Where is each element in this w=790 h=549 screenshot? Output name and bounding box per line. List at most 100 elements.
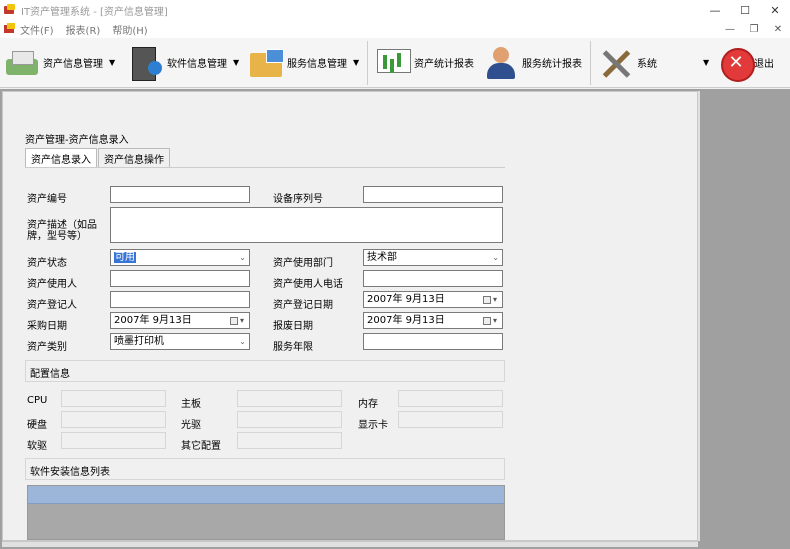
purchase-date-value: 2007年 9月13日: [114, 315, 192, 326]
device-serial-input[interactable]: [363, 186, 503, 203]
asset-no-input[interactable]: [110, 186, 250, 203]
use-dept-select[interactable]: 技术部 ⌄: [363, 249, 503, 266]
scrap-date-value: 2007年 9月13日: [367, 315, 445, 326]
use-dept-value: 技术部: [367, 252, 397, 263]
calendar-icon[interactable]: ▾: [483, 315, 499, 326]
floppy-input: [61, 432, 166, 449]
software-grid-header: [28, 486, 504, 504]
system-button[interactable]: 系统 ▼: [594, 38, 714, 88]
service-years-label: 服务年限: [273, 342, 313, 353]
config-section-header: 配置信息: [25, 360, 505, 382]
floppy-label: 软驱: [27, 441, 47, 452]
cpu-label: CPU: [27, 395, 48, 406]
category-value: 喷墨打印机: [114, 336, 164, 347]
optical-label: 光驱: [181, 420, 201, 431]
memory-label: 内存: [358, 399, 378, 410]
software-mgmt-button[interactable]: 软件信息管理 ▼: [124, 38, 244, 88]
toolbar-separator: [367, 40, 368, 85]
chevron-down-icon[interactable]: ⌄: [239, 251, 246, 264]
scrap-date-picker[interactable]: 2007年 9月13日 ▾: [363, 312, 503, 329]
use-dept-label: 资产使用部门: [273, 258, 333, 269]
chevron-down-icon[interactable]: ⌄: [492, 251, 499, 264]
asset-mgmt-dropdown-icon[interactable]: ▼: [109, 58, 115, 67]
user-phone-input[interactable]: [363, 270, 503, 287]
asset-form-window: 资产管理-资产信息录入 资产信息录入 资产信息操作 资产编号 设备序列号 资产描…: [2, 91, 698, 541]
tab-asset-entry[interactable]: 资产信息录入: [25, 148, 97, 168]
asset-stats-label: 资产统计报表: [414, 59, 474, 70]
asset-stats-button[interactable]: 资产统计报表: [371, 38, 479, 88]
motherboard-label: 主板: [181, 399, 201, 410]
vertical-scrollbar[interactable]: [698, 91, 700, 541]
purchase-date-picker[interactable]: 2007年 9月13日 ▾: [110, 312, 250, 329]
service-stats-label: 服务统计报表: [522, 59, 582, 70]
calendar-arrow-icon: ▾: [493, 295, 498, 304]
cash-register-icon: [4, 45, 40, 81]
menu-report[interactable]: 报表(R): [66, 22, 101, 37]
asset-mgmt-label: 资产信息管理: [43, 59, 103, 70]
menu-bar: 文件(F) 报表(R) 帮助(H) — ❐ ✕: [0, 20, 790, 38]
asset-mgmt-button[interactable]: 资产信息管理 ▼: [0, 38, 124, 88]
reg-date-picker[interactable]: 2007年 9月13日 ▾: [363, 291, 503, 308]
bar-chart-icon: [375, 45, 411, 81]
tab-divider: [25, 167, 505, 168]
asset-status-label: 资产状态: [27, 258, 67, 269]
mdi-minimize-button[interactable]: —: [718, 20, 742, 38]
asset-status-select[interactable]: 可用 ⌄: [110, 249, 250, 266]
asset-no-label: 资产编号: [27, 194, 67, 205]
exit-button[interactable]: 退出: [714, 38, 778, 88]
software-grid[interactable]: [27, 485, 505, 540]
cpu-input: [61, 390, 166, 407]
memory-input: [398, 390, 503, 407]
calendar-icon[interactable]: ▾: [483, 294, 499, 305]
display-card-label: 显示卡: [358, 420, 388, 431]
software-mgmt-dropdown-icon[interactable]: ▼: [233, 58, 239, 67]
asset-status-value: 可用: [114, 252, 136, 263]
minimize-button[interactable]: —: [700, 0, 730, 20]
disk-input: [61, 411, 166, 428]
device-serial-label: 设备序列号: [273, 194, 323, 205]
motherboard-input: [237, 390, 342, 407]
toolbar-separator: [590, 40, 591, 85]
breadcrumb: 资产管理-资产信息录入: [25, 135, 129, 146]
exit-icon: [718, 45, 755, 82]
mdi-restore-button[interactable]: ❐: [742, 20, 766, 38]
service-stats-button[interactable]: 服务统计报表: [479, 38, 587, 88]
service-years-input[interactable]: [363, 333, 503, 350]
tab-asset-operation[interactable]: 资产信息操作: [98, 148, 170, 168]
chevron-down-icon[interactable]: ⌄: [239, 335, 246, 348]
calendar-icon[interactable]: ▾: [230, 315, 246, 326]
display-card-input: [398, 411, 503, 428]
maximize-button[interactable]: ☐: [730, 0, 760, 20]
menu-file[interactable]: 文件(F): [20, 22, 54, 37]
mdi-child-icon[interactable]: [4, 23, 16, 35]
user-phone-label: 资产使用人电话: [273, 279, 343, 290]
asset-desc-label-2: 牌，型号等）: [27, 231, 87, 242]
exit-label: 退出: [754, 59, 774, 70]
purchase-date-label: 采购日期: [27, 321, 67, 332]
service-mgmt-button[interactable]: 服务信息管理 ▼: [244, 38, 364, 88]
other-config-label: 其它配置: [181, 441, 221, 452]
toolbar: 资产信息管理 ▼ 软件信息管理 ▼ 服务信息管理 ▼ 资产统计报表 服务统计报表…: [0, 38, 790, 88]
close-button[interactable]: ✕: [760, 0, 790, 20]
menu-help[interactable]: 帮助(H): [112, 22, 147, 37]
registrar-input[interactable]: [110, 291, 250, 308]
title-bar: IT资产管理系统 - [资产信息管理] — ☐ ✕: [0, 0, 790, 20]
service-mgmt-dropdown-icon[interactable]: ▼: [353, 58, 359, 67]
mdi-close-button[interactable]: ✕: [766, 20, 790, 38]
registrar-label: 资产登记人: [27, 300, 77, 311]
category-select[interactable]: 喷墨打印机 ⌄: [110, 333, 250, 350]
tab-strip: 资产信息录入 资产信息操作: [25, 148, 171, 168]
system-dropdown-icon[interactable]: ▼: [703, 58, 709, 67]
horizontal-scrollbar[interactable]: [2, 541, 698, 547]
app-icon: [4, 4, 16, 16]
user-input[interactable]: [110, 270, 250, 287]
category-label: 资产类别: [27, 342, 67, 353]
folder-icon: [248, 45, 284, 81]
optical-input: [237, 411, 342, 428]
service-mgmt-label: 服务信息管理: [287, 59, 347, 70]
disk-label: 硬盘: [27, 420, 47, 431]
asset-desc-textarea[interactable]: [110, 207, 503, 243]
tools-icon: [598, 45, 634, 81]
support-agent-icon: [483, 45, 519, 81]
software-mgmt-label: 软件信息管理: [167, 59, 227, 70]
